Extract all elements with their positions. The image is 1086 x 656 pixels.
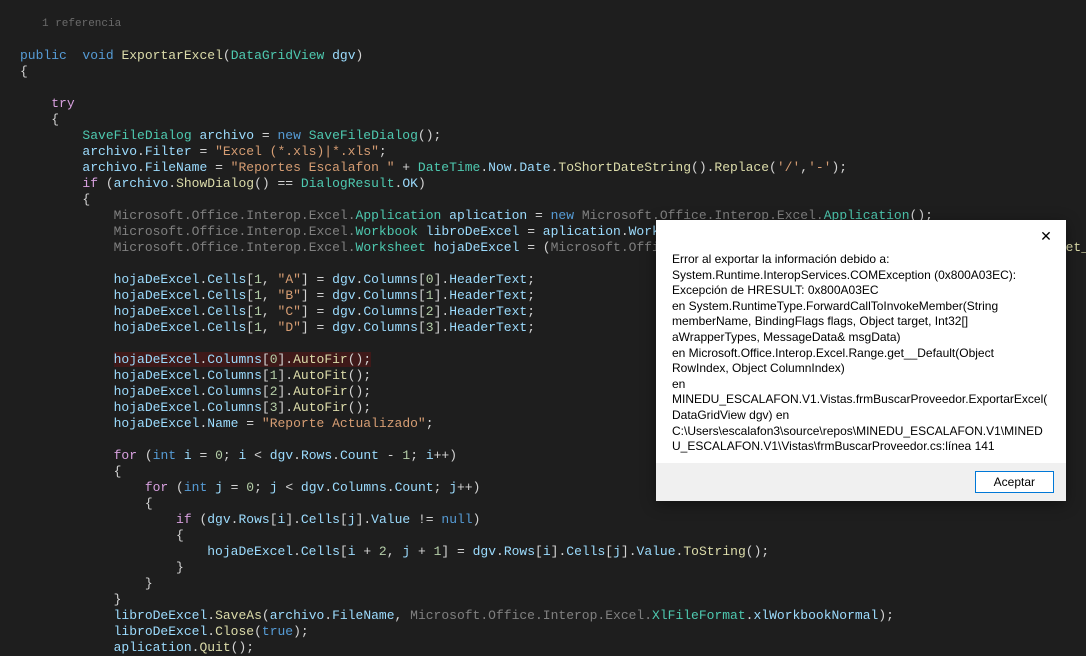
error-text: en Microsoft.Office.Interop.Excel.Range.…	[672, 346, 1050, 377]
param-name: dgv	[332, 48, 355, 63]
close-icon[interactable]: ✕	[1034, 224, 1058, 248]
error-line: hojaDeExcel.Columns[0].AutoFir();	[20, 352, 371, 367]
dialog-body: Error al exportar la información debido …	[656, 252, 1066, 463]
keyword-public: public	[20, 48, 67, 63]
keyword-void: void	[82, 48, 113, 63]
param-type: DataGridView	[231, 48, 325, 63]
reference-count: 1 referencia	[20, 16, 1066, 32]
dialog-footer: Aceptar	[656, 463, 1066, 501]
error-text: en MINEDU_ESCALAFON.V1.Vistas.frmBuscarP…	[672, 377, 1050, 455]
dialog-titlebar: ✕	[656, 220, 1066, 252]
error-text: en System.RuntimeType.ForwardCallToInvok…	[672, 299, 1050, 346]
keyword-try: try	[51, 96, 74, 111]
error-dialog: ✕ Error al exportar la información debid…	[656, 220, 1066, 501]
method-name: ExportarExcel	[121, 48, 222, 63]
error-text: System.Runtime.InteropServices.COMExcept…	[672, 268, 1050, 299]
accept-button[interactable]: Aceptar	[975, 471, 1054, 493]
error-text: Error al exportar la información debido …	[672, 252, 1050, 268]
